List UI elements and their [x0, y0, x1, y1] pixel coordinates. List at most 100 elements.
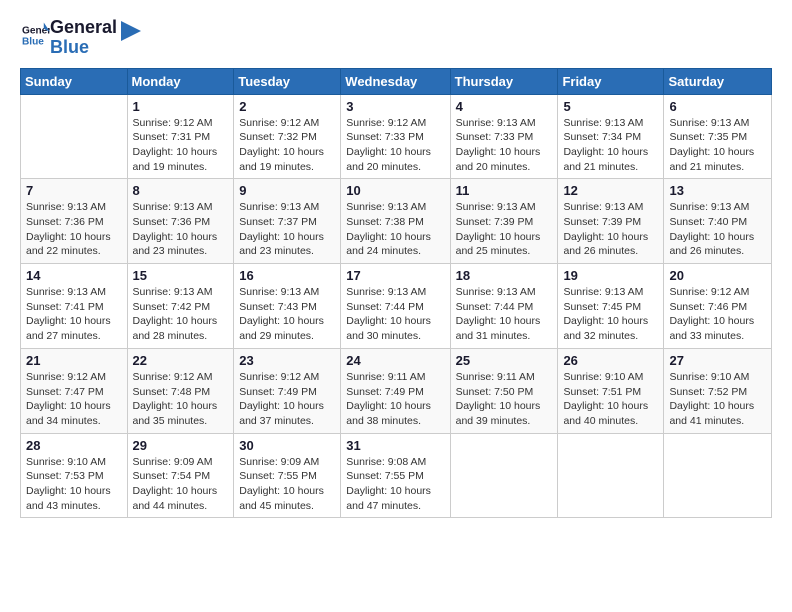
day-number: 18	[456, 268, 553, 283]
weekday-header: Friday	[558, 68, 664, 94]
day-info: Sunrise: 9:13 AM Sunset: 7:38 PM Dayligh…	[346, 200, 444, 259]
day-info: Sunrise: 9:13 AM Sunset: 7:39 PM Dayligh…	[563, 200, 658, 259]
day-number: 26	[563, 353, 658, 368]
calendar-cell: 13 Sunrise: 9:13 AM Sunset: 7:40 PM Dayli…	[664, 179, 772, 264]
calendar-cell	[450, 433, 558, 518]
day-info: Sunrise: 9:12 AM Sunset: 7:46 PM Dayligh…	[669, 285, 766, 344]
day-number: 1	[133, 99, 229, 114]
calendar-week-row: 28 Sunrise: 9:10 AM Sunset: 7:53 PM Dayli…	[21, 433, 772, 518]
day-info: Sunrise: 9:13 AM Sunset: 7:34 PM Dayligh…	[563, 116, 658, 175]
calendar-cell: 6 Sunrise: 9:13 AM Sunset: 7:35 PM Daylig…	[664, 94, 772, 179]
day-info: Sunrise: 9:10 AM Sunset: 7:53 PM Dayligh…	[26, 455, 122, 514]
weekday-header: Monday	[127, 68, 234, 94]
calendar-cell: 10 Sunrise: 9:13 AM Sunset: 7:38 PM Dayli…	[341, 179, 450, 264]
day-number: 28	[26, 438, 122, 453]
svg-text:Blue: Blue	[22, 37, 44, 48]
day-info: Sunrise: 9:13 AM Sunset: 7:41 PM Dayligh…	[26, 285, 122, 344]
day-number: 20	[669, 268, 766, 283]
day-info: Sunrise: 9:12 AM Sunset: 7:47 PM Dayligh…	[26, 370, 122, 429]
day-info: Sunrise: 9:13 AM Sunset: 7:36 PM Dayligh…	[133, 200, 229, 259]
day-number: 19	[563, 268, 658, 283]
day-info: Sunrise: 9:08 AM Sunset: 7:55 PM Dayligh…	[346, 455, 444, 514]
calendar-cell: 20 Sunrise: 9:12 AM Sunset: 7:46 PM Dayli…	[664, 264, 772, 349]
calendar-cell	[21, 94, 128, 179]
logo-text-blue: Blue	[50, 38, 117, 58]
day-number: 6	[669, 99, 766, 114]
calendar-cell	[558, 433, 664, 518]
calendar-cell: 15 Sunrise: 9:13 AM Sunset: 7:42 PM Dayli…	[127, 264, 234, 349]
day-info: Sunrise: 9:12 AM Sunset: 7:33 PM Dayligh…	[346, 116, 444, 175]
day-info: Sunrise: 9:11 AM Sunset: 7:49 PM Dayligh…	[346, 370, 444, 429]
calendar-cell	[664, 433, 772, 518]
calendar-week-row: 21Sunrise: 9:12 AM Sunset: 7:47 PM Dayli…	[21, 348, 772, 433]
day-number: 15	[133, 268, 229, 283]
header: General Blue General Blue	[20, 18, 772, 58]
calendar-cell: 9Sunrise: 9:13 AM Sunset: 7:37 PM Daylig…	[234, 179, 341, 264]
day-info: Sunrise: 9:10 AM Sunset: 7:51 PM Dayligh…	[563, 370, 658, 429]
day-number: 13	[669, 183, 766, 198]
calendar-cell: 30 Sunrise: 9:09 AM Sunset: 7:55 PM Dayli…	[234, 433, 341, 518]
day-info: Sunrise: 9:13 AM Sunset: 7:45 PM Dayligh…	[563, 285, 658, 344]
logo-arrow-icon	[121, 21, 141, 41]
day-number: 12	[563, 183, 658, 198]
calendar-header-row: SundayMondayTuesdayWednesdayThursdayFrid…	[21, 68, 772, 94]
calendar-cell: 28 Sunrise: 9:10 AM Sunset: 7:53 PM Dayli…	[21, 433, 128, 518]
calendar-cell: 21Sunrise: 9:12 AM Sunset: 7:47 PM Dayli…	[21, 348, 128, 433]
calendar-week-row: 1 Sunrise: 9:12 AM Sunset: 7:31 PM Daylig…	[21, 94, 772, 179]
weekday-header: Saturday	[664, 68, 772, 94]
day-number: 29	[133, 438, 229, 453]
calendar-cell: 3 Sunrise: 9:12 AM Sunset: 7:33 PM Daylig…	[341, 94, 450, 179]
calendar-table: SundayMondayTuesdayWednesdayThursdayFrid…	[20, 68, 772, 519]
day-number: 10	[346, 183, 444, 198]
day-info: Sunrise: 9:13 AM Sunset: 7:35 PM Dayligh…	[669, 116, 766, 175]
day-number: 16	[239, 268, 335, 283]
day-info: Sunrise: 9:09 AM Sunset: 7:54 PM Dayligh…	[133, 455, 229, 514]
calendar-cell: 23 Sunrise: 9:12 AM Sunset: 7:49 PM Dayli…	[234, 348, 341, 433]
calendar-week-row: 14Sunrise: 9:13 AM Sunset: 7:41 PM Dayli…	[21, 264, 772, 349]
day-info: Sunrise: 9:13 AM Sunset: 7:44 PM Dayligh…	[346, 285, 444, 344]
calendar-cell: 26 Sunrise: 9:10 AM Sunset: 7:51 PM Dayli…	[558, 348, 664, 433]
calendar-cell: 14Sunrise: 9:13 AM Sunset: 7:41 PM Dayli…	[21, 264, 128, 349]
weekday-header: Tuesday	[234, 68, 341, 94]
logo-icon: General Blue	[22, 21, 50, 49]
calendar-cell: 16Sunrise: 9:13 AM Sunset: 7:43 PM Dayli…	[234, 264, 341, 349]
calendar-cell: 24 Sunrise: 9:11 AM Sunset: 7:49 PM Dayli…	[341, 348, 450, 433]
calendar-cell: 27 Sunrise: 9:10 AM Sunset: 7:52 PM Dayli…	[664, 348, 772, 433]
calendar-cell: 5Sunrise: 9:13 AM Sunset: 7:34 PM Daylig…	[558, 94, 664, 179]
weekday-header: Thursday	[450, 68, 558, 94]
weekday-header: Wednesday	[341, 68, 450, 94]
calendar-cell: 22Sunrise: 9:12 AM Sunset: 7:48 PM Dayli…	[127, 348, 234, 433]
day-info: Sunrise: 9:13 AM Sunset: 7:42 PM Dayligh…	[133, 285, 229, 344]
day-number: 24	[346, 353, 444, 368]
day-number: 25	[456, 353, 553, 368]
day-number: 4	[456, 99, 553, 114]
day-number: 7	[26, 183, 122, 198]
calendar-cell: 18 Sunrise: 9:13 AM Sunset: 7:44 PM Dayli…	[450, 264, 558, 349]
day-info: Sunrise: 9:13 AM Sunset: 7:39 PM Dayligh…	[456, 200, 553, 259]
day-info: Sunrise: 9:11 AM Sunset: 7:50 PM Dayligh…	[456, 370, 553, 429]
day-info: Sunrise: 9:13 AM Sunset: 7:40 PM Dayligh…	[669, 200, 766, 259]
page: General Blue General Blue SundayMond	[0, 0, 792, 528]
day-info: Sunrise: 9:09 AM Sunset: 7:55 PM Dayligh…	[239, 455, 335, 514]
day-info: Sunrise: 9:13 AM Sunset: 7:37 PM Dayligh…	[239, 200, 335, 259]
day-number: 23	[239, 353, 335, 368]
day-info: Sunrise: 9:13 AM Sunset: 7:44 PM Dayligh…	[456, 285, 553, 344]
calendar-cell: 17Sunrise: 9:13 AM Sunset: 7:44 PM Dayli…	[341, 264, 450, 349]
day-number: 2	[239, 99, 335, 114]
day-info: Sunrise: 9:13 AM Sunset: 7:36 PM Dayligh…	[26, 200, 122, 259]
calendar-cell: 4 Sunrise: 9:13 AM Sunset: 7:33 PM Daylig…	[450, 94, 558, 179]
calendar-cell: 12 Sunrise: 9:13 AM Sunset: 7:39 PM Dayli…	[558, 179, 664, 264]
day-info: Sunrise: 9:12 AM Sunset: 7:32 PM Dayligh…	[239, 116, 335, 175]
day-number: 30	[239, 438, 335, 453]
day-info: Sunrise: 9:12 AM Sunset: 7:31 PM Dayligh…	[133, 116, 229, 175]
day-number: 22	[133, 353, 229, 368]
calendar-cell: 1 Sunrise: 9:12 AM Sunset: 7:31 PM Daylig…	[127, 94, 234, 179]
day-info: Sunrise: 9:13 AM Sunset: 7:33 PM Dayligh…	[456, 116, 553, 175]
day-number: 27	[669, 353, 766, 368]
day-info: Sunrise: 9:12 AM Sunset: 7:49 PM Dayligh…	[239, 370, 335, 429]
calendar-cell: 19 Sunrise: 9:13 AM Sunset: 7:45 PM Dayli…	[558, 264, 664, 349]
day-number: 3	[346, 99, 444, 114]
day-info: Sunrise: 9:10 AM Sunset: 7:52 PM Dayligh…	[669, 370, 766, 429]
calendar-cell: 11Sunrise: 9:13 AM Sunset: 7:39 PM Dayli…	[450, 179, 558, 264]
calendar-cell: 29 Sunrise: 9:09 AM Sunset: 7:54 PM Dayli…	[127, 433, 234, 518]
